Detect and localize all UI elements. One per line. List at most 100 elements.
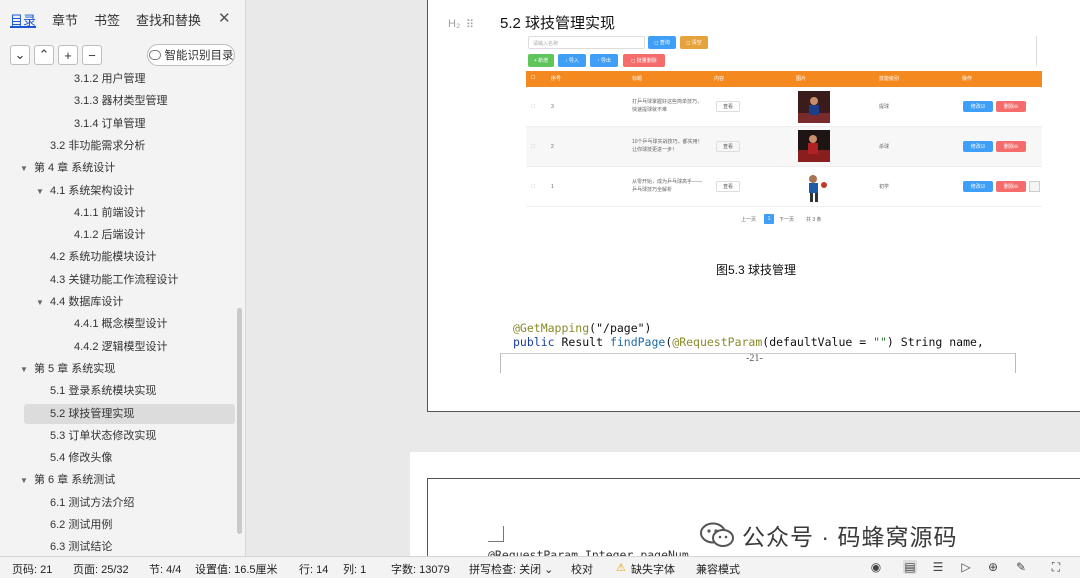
status-page[interactable]: 页码: 21	[12, 561, 52, 577]
fig-row-edit: 修改☑	[963, 181, 993, 192]
close-icon[interactable]: ✕	[218, 9, 231, 27]
fig-row-image	[798, 171, 830, 203]
toc-item[interactable]: 4.1.2 后端设计	[0, 225, 236, 245]
fig-row-view: 查看	[716, 141, 740, 152]
toc-item[interactable]: ▼ 第 4 章 系统设计	[0, 158, 236, 178]
navigation-pane: 目录 章节 书签 查找和替换 ✕ ⌄ ⌃ + − 智能识别目录 3.1.2 用户…	[0, 0, 246, 556]
toc-item[interactable]: 3.1.2 用户管理	[0, 70, 236, 89]
fig-row-check: ☐	[531, 144, 536, 150]
code-annotation: @RequestParam	[672, 335, 763, 349]
collapse-button[interactable]: ⌄	[10, 45, 30, 65]
smart-icon	[148, 50, 161, 60]
page-view-icon[interactable]: ▤	[903, 560, 917, 574]
toc-item[interactable]: ▼ 4.1 系统架构设计	[0, 181, 236, 201]
sidebar-scrollbar[interactable]	[237, 308, 242, 534]
toc-item[interactable]: 4.4.2 逻辑模型设计	[0, 337, 236, 357]
status-pages[interactable]: 页面: 25/32	[73, 561, 129, 577]
tab-chapters[interactable]: 章节	[52, 10, 78, 28]
toc-item[interactable]: 3.1.4 订单管理	[0, 114, 236, 134]
eye-icon[interactable]: ◉	[869, 560, 883, 574]
toc-item-label: 6.2 测试用例	[50, 519, 113, 531]
watermark-text: 公众号 · 码蜂窝源码	[742, 524, 958, 550]
toc-item[interactable]: 3.1.3 器材类型管理	[0, 91, 236, 111]
toc-item-label: 3.1.2 用户管理	[74, 73, 146, 85]
page-21: H₂ ⠿ 5.2 球技管理实现 请输入名称 ◻ 查询 ◻ 清空 + 新增 ↓ 导…	[427, 0, 1080, 412]
page-number: -21-	[746, 353, 763, 364]
status-col[interactable]: 列: 1	[343, 561, 366, 577]
toc-item[interactable]: 4.3 关键功能工作流程设计	[0, 270, 236, 290]
fig-row-id: 3	[551, 104, 554, 110]
fig-row-level: 杀球	[879, 144, 890, 150]
code-text: (defaultValue =	[762, 335, 874, 349]
fig-row-id: 2	[551, 144, 554, 150]
toc-item-label: 5.1 登录系统模块实现	[50, 385, 157, 398]
status-section[interactable]: 节: 4/4	[149, 561, 181, 577]
toc-item[interactable]: 4.2 系统功能模块设计	[0, 247, 236, 267]
fig-th-title: 标题	[632, 76, 643, 82]
fig-pager-current: 1	[764, 214, 774, 224]
remove-heading-button[interactable]: −	[82, 45, 102, 65]
fig-pager-next: 下一页	[779, 217, 795, 223]
fig-row-title: 打乒乓球掌握好这些简单技巧，快速提球就不难	[632, 99, 703, 113]
toc-item[interactable]: 5.2 球技管理实现	[24, 403, 235, 424]
toc-item-label: 5.2 球技管理实现	[50, 407, 135, 420]
toc-item-label: 第 4 章 系统设计	[34, 162, 116, 175]
toc-item[interactable]: ▼ 第 5 章 系统实现	[0, 359, 236, 379]
drag-handle-icon[interactable]: ⠿	[466, 18, 474, 31]
fig-table-row: ☐ 3 打乒乓球掌握好这些简单技巧，快速提球就不难 查看 提球 修改☑ 删除⊖	[526, 87, 1042, 127]
fig-query-button: ◻ 查询	[648, 36, 676, 49]
toc-item[interactable]: 4.1.1 前端设计	[0, 203, 236, 223]
proofread-button[interactable]: 校对	[571, 561, 593, 577]
play-icon[interactable]: ▷	[959, 560, 973, 574]
toc-item[interactable]: 3.2 非功能需求分析	[0, 136, 236, 156]
code-line-1[interactable]: @GetMapping("/page")	[513, 321, 651, 335]
toc-item[interactable]: 5.3 订单状态修改实现	[0, 426, 236, 446]
fig-th-check: ☐	[531, 75, 536, 81]
add-heading-button[interactable]: +	[58, 45, 78, 65]
outline-view-icon[interactable]: ☰	[931, 560, 945, 574]
tab-find-replace[interactable]: 查找和替换	[136, 10, 201, 28]
pen-icon[interactable]: ✎	[1014, 560, 1028, 574]
toc-item-label: 4.3 关键功能工作流程设计	[50, 273, 179, 286]
toc-item-label: 3.1.3 器材类型管理	[74, 95, 168, 108]
status-words[interactable]: 字数: 13079	[391, 561, 450, 577]
fig-table-row: ☐ 1 从零开始，成为乒乓球高手——乒乓球技巧全解析 查看 初学 修改☑ 删除⊖	[526, 167, 1042, 207]
toc-item-label: 4.4.1 概念模型设计	[74, 318, 168, 331]
code-text: ) String name,	[886, 335, 984, 349]
toc-item[interactable]: 6.3 测试结论	[0, 537, 236, 556]
toc-item[interactable]: 5.4 修改头像	[0, 448, 236, 468]
toc-item[interactable]: 5.1 登录系统模块实现	[0, 381, 236, 401]
missing-font-button[interactable]: 缺失字体	[631, 561, 675, 577]
tab-bookmarks[interactable]: 书签	[94, 10, 120, 28]
toc-item[interactable]: ▼ 第 6 章 系统测试	[0, 470, 236, 490]
tab-toc[interactable]: 目录	[10, 10, 37, 28]
fullscreen-icon[interactable]: ⛶	[1049, 560, 1063, 574]
chevron-down-icon[interactable]: ▼	[36, 182, 46, 202]
fig-row-delete: 删除⊖	[996, 101, 1026, 112]
fig-row-view: 查看	[716, 181, 740, 192]
watermark: 公众号 · 码蜂窝源码	[700, 518, 957, 552]
heading-level-icon[interactable]: H₂	[448, 18, 460, 30]
fig-row-view: 查看	[716, 101, 740, 112]
chevron-down-icon[interactable]: ▼	[20, 360, 30, 380]
spell-check-toggle[interactable]: 拼写检查: 关闭 ⌄	[469, 561, 553, 577]
toc-item[interactable]: ▼ 4.4 数据库设计	[0, 292, 236, 312]
expand-button[interactable]: ⌃	[34, 45, 54, 65]
toc-item[interactable]: 4.4.1 概念模型设计	[0, 314, 236, 334]
code-text: ("/page")	[589, 321, 652, 335]
toc-item[interactable]: 6.2 测试用例	[0, 515, 236, 535]
chevron-down-icon[interactable]: ▼	[20, 159, 30, 179]
toc-item[interactable]: 6.1 测试方法介绍	[0, 493, 236, 513]
status-setting[interactable]: 设置值: 16.5厘米	[195, 561, 278, 577]
globe-icon[interactable]: ⊕	[986, 560, 1000, 574]
chevron-down-icon[interactable]: ▼	[20, 471, 30, 491]
toc-item-label: 第 6 章 系统测试	[34, 474, 116, 487]
status-row[interactable]: 行: 14	[299, 561, 328, 577]
fig-add-button: + 新增	[528, 54, 554, 67]
fig-pager-total: 共 3 条	[806, 217, 822, 223]
toc-controls: ⌄ ⌃ + −	[10, 45, 102, 65]
smart-toc-button[interactable]: 智能识别目录	[147, 44, 235, 66]
chevron-down-icon[interactable]: ▼	[36, 293, 46, 313]
fig-scroll-line	[1036, 36, 1037, 66]
code-line-2[interactable]: public Result findPage(@RequestParam(def…	[513, 335, 984, 349]
